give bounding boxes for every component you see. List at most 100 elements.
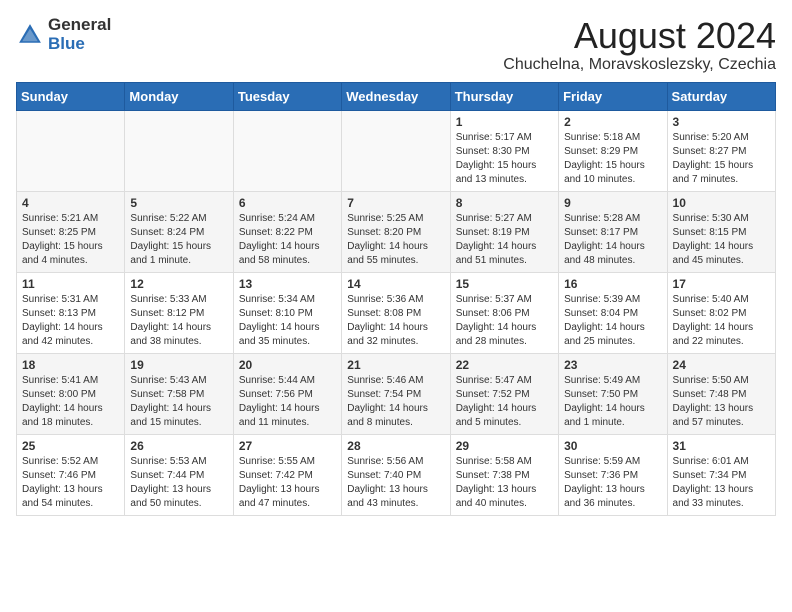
calendar-cell: 19Sunrise: 5:43 AMSunset: 7:58 PMDayligh…: [125, 353, 233, 434]
day-header-sunday: Sunday: [17, 82, 125, 110]
day-number: 21: [347, 358, 444, 372]
day-info: Sunrise: 5:40 AMSunset: 8:02 PMDaylight:…: [673, 293, 770, 349]
calendar-cell: 4 Sunrise: 5:21 AMSunset: 8:25 PMDaylight…: [17, 191, 125, 272]
day-info: Sunrise: 5:44 AMSunset: 7:56 PMDaylight:…: [239, 374, 336, 430]
calendar-cell: 11 Sunrise: 5:31 AMSunset: 8:13 PMDayligh…: [17, 272, 125, 353]
calendar-cell: 23Sunrise: 5:49 AMSunset: 7:50 PMDayligh…: [559, 353, 667, 434]
calendar-cell: 17 Sunrise: 5:40 AMSunset: 8:02 PMDayligh…: [667, 272, 775, 353]
day-number: 19: [130, 358, 227, 372]
day-info: Sunrise: 5:28 AMSunset: 8:17 PMDaylight:…: [564, 212, 661, 268]
day-info: Sunrise: 5:55 AMSunset: 7:42 PMDaylight:…: [239, 455, 336, 511]
calendar-cell: [233, 110, 341, 191]
day-number: 18: [22, 358, 119, 372]
day-number: 11: [22, 277, 119, 291]
day-number: 4: [22, 196, 119, 210]
calendar-cell: 12Sunrise: 5:33 AMSunset: 8:12 PMDayligh…: [125, 272, 233, 353]
day-number: 17: [673, 277, 770, 291]
calendar-cell: 3Sunrise: 5:20 AMSunset: 8:27 PMDaylight…: [667, 110, 775, 191]
calendar-header-row: SundayMondayTuesdayWednesdayThursdayFrid…: [17, 82, 776, 110]
calendar-cell: 30 Sunrise: 5:59 AMSunset: 7:36 PMDayligh…: [559, 434, 667, 515]
logo-general-text: General: [48, 16, 111, 35]
day-info: Sunrise: 5:49 AMSunset: 7:50 PMDaylight:…: [564, 374, 661, 430]
day-header-thursday: Thursday: [450, 82, 558, 110]
day-number: 26: [130, 439, 227, 453]
calendar-cell: 18 Sunrise: 5:41 AMSunset: 8:00 PMDayligh…: [17, 353, 125, 434]
day-info: Sunrise: 5:27 AMSunset: 8:19 PMDaylight:…: [456, 212, 553, 268]
day-number: 20: [239, 358, 336, 372]
calendar-cell: 16 Sunrise: 5:39 AMSunset: 8:04 PMDayligh…: [559, 272, 667, 353]
page-title: August 2024: [503, 16, 776, 56]
day-info: Sunrise: 5:25 AMSunset: 8:20 PMDaylight:…: [347, 212, 444, 268]
day-number: 5: [130, 196, 227, 210]
day-number: 8: [456, 196, 553, 210]
day-info: Sunrise: 5:24 AMSunset: 8:22 PMDaylight:…: [239, 212, 336, 268]
day-header-friday: Friday: [559, 82, 667, 110]
day-info: Sunrise: 5:39 AMSunset: 8:04 PMDaylight:…: [564, 293, 661, 349]
day-number: 14: [347, 277, 444, 291]
calendar-cell: 31 Sunrise: 6:01 AMSunset: 7:34 PMDayligh…: [667, 434, 775, 515]
calendar-cell: [125, 110, 233, 191]
calendar-cell: 24Sunrise: 5:50 AMSunset: 7:48 PMDayligh…: [667, 353, 775, 434]
day-info: Sunrise: 5:37 AMSunset: 8:06 PMDaylight:…: [456, 293, 553, 349]
day-number: 27: [239, 439, 336, 453]
day-header-tuesday: Tuesday: [233, 82, 341, 110]
day-number: 16: [564, 277, 661, 291]
day-number: 15: [456, 277, 553, 291]
day-info: Sunrise: 5:47 AMSunset: 7:52 PMDaylight:…: [456, 374, 553, 430]
calendar-cell: 8 Sunrise: 5:27 AMSunset: 8:19 PMDaylight…: [450, 191, 558, 272]
day-number: 1: [456, 115, 553, 129]
day-info: Sunrise: 5:21 AMSunset: 8:25 PMDaylight:…: [22, 212, 119, 268]
day-info: Sunrise: 5:34 AMSunset: 8:10 PMDaylight:…: [239, 293, 336, 349]
day-info: Sunrise: 5:41 AMSunset: 8:00 PMDaylight:…: [22, 374, 119, 430]
day-info: Sunrise: 5:31 AMSunset: 8:13 PMDaylight:…: [22, 293, 119, 349]
day-number: 29: [456, 439, 553, 453]
day-info: Sunrise: 5:59 AMSunset: 7:36 PMDaylight:…: [564, 455, 661, 511]
day-info: Sunrise: 6:01 AMSunset: 7:34 PMDaylight:…: [673, 455, 770, 511]
calendar-cell: 6 Sunrise: 5:24 AMSunset: 8:22 PMDaylight…: [233, 191, 341, 272]
calendar-cell: 5 Sunrise: 5:22 AMSunset: 8:24 PMDaylight…: [125, 191, 233, 272]
day-number: 10: [673, 196, 770, 210]
day-info: Sunrise: 5:50 AMSunset: 7:48 PMDaylight:…: [673, 374, 770, 430]
day-info: Sunrise: 5:53 AMSunset: 7:44 PMDaylight:…: [130, 455, 227, 511]
calendar-week-row: 11 Sunrise: 5:31 AMSunset: 8:13 PMDayligh…: [17, 272, 776, 353]
day-number: 22: [456, 358, 553, 372]
day-number: 6: [239, 196, 336, 210]
day-info: Sunrise: 5:56 AMSunset: 7:40 PMDaylight:…: [347, 455, 444, 511]
day-number: 30: [564, 439, 661, 453]
calendar-cell: 25 Sunrise: 5:52 AMSunset: 7:46 PMDayligh…: [17, 434, 125, 515]
calendar-week-row: 1Sunrise: 5:17 AMSunset: 8:30 PMDaylight…: [17, 110, 776, 191]
calendar-table: SundayMondayTuesdayWednesdayThursdayFrid…: [16, 82, 776, 516]
calendar-cell: 27 Sunrise: 5:55 AMSunset: 7:42 PMDayligh…: [233, 434, 341, 515]
day-number: 28: [347, 439, 444, 453]
day-header-saturday: Saturday: [667, 82, 775, 110]
day-number: 2: [564, 115, 661, 129]
day-number: 13: [239, 277, 336, 291]
page-header: General Blue August 2024 Chuchelna, Mora…: [16, 16, 776, 74]
day-number: 9: [564, 196, 661, 210]
day-info: Sunrise: 5:22 AMSunset: 8:24 PMDaylight:…: [130, 212, 227, 268]
calendar-cell: 10Sunrise: 5:30 AMSunset: 8:15 PMDayligh…: [667, 191, 775, 272]
calendar-cell: 9 Sunrise: 5:28 AMSunset: 8:17 PMDaylight…: [559, 191, 667, 272]
calendar-cell: 2 Sunrise: 5:18 AMSunset: 8:29 PMDaylight…: [559, 110, 667, 191]
calendar-cell: [17, 110, 125, 191]
calendar-cell: 7Sunrise: 5:25 AMSunset: 8:20 PMDaylight…: [342, 191, 450, 272]
day-info: Sunrise: 5:18 AMSunset: 8:29 PMDaylight:…: [564, 131, 661, 187]
day-number: 31: [673, 439, 770, 453]
calendar-cell: 13 Sunrise: 5:34 AMSunset: 8:10 PMDayligh…: [233, 272, 341, 353]
calendar-cell: [342, 110, 450, 191]
day-info: Sunrise: 5:52 AMSunset: 7:46 PMDaylight:…: [22, 455, 119, 511]
calendar-week-row: 4 Sunrise: 5:21 AMSunset: 8:25 PMDaylight…: [17, 191, 776, 272]
day-info: Sunrise: 5:46 AMSunset: 7:54 PMDaylight:…: [347, 374, 444, 430]
day-header-wednesday: Wednesday: [342, 82, 450, 110]
calendar-week-row: 25 Sunrise: 5:52 AMSunset: 7:46 PMDayligh…: [17, 434, 776, 515]
calendar-cell: 15 Sunrise: 5:37 AMSunset: 8:06 PMDayligh…: [450, 272, 558, 353]
day-number: 25: [22, 439, 119, 453]
day-number: 3: [673, 115, 770, 129]
calendar-cell: 14 Sunrise: 5:36 AMSunset: 8:08 PMDayligh…: [342, 272, 450, 353]
day-number: 12: [130, 277, 227, 291]
title-area: August 2024 Chuchelna, Moravskoslezsky, …: [503, 16, 776, 74]
calendar-cell: 28 Sunrise: 5:56 AMSunset: 7:40 PMDayligh…: [342, 434, 450, 515]
logo-blue-text: Blue: [48, 35, 111, 54]
calendar-cell: 22 Sunrise: 5:47 AMSunset: 7:52 PMDayligh…: [450, 353, 558, 434]
day-info: Sunrise: 5:36 AMSunset: 8:08 PMDaylight:…: [347, 293, 444, 349]
